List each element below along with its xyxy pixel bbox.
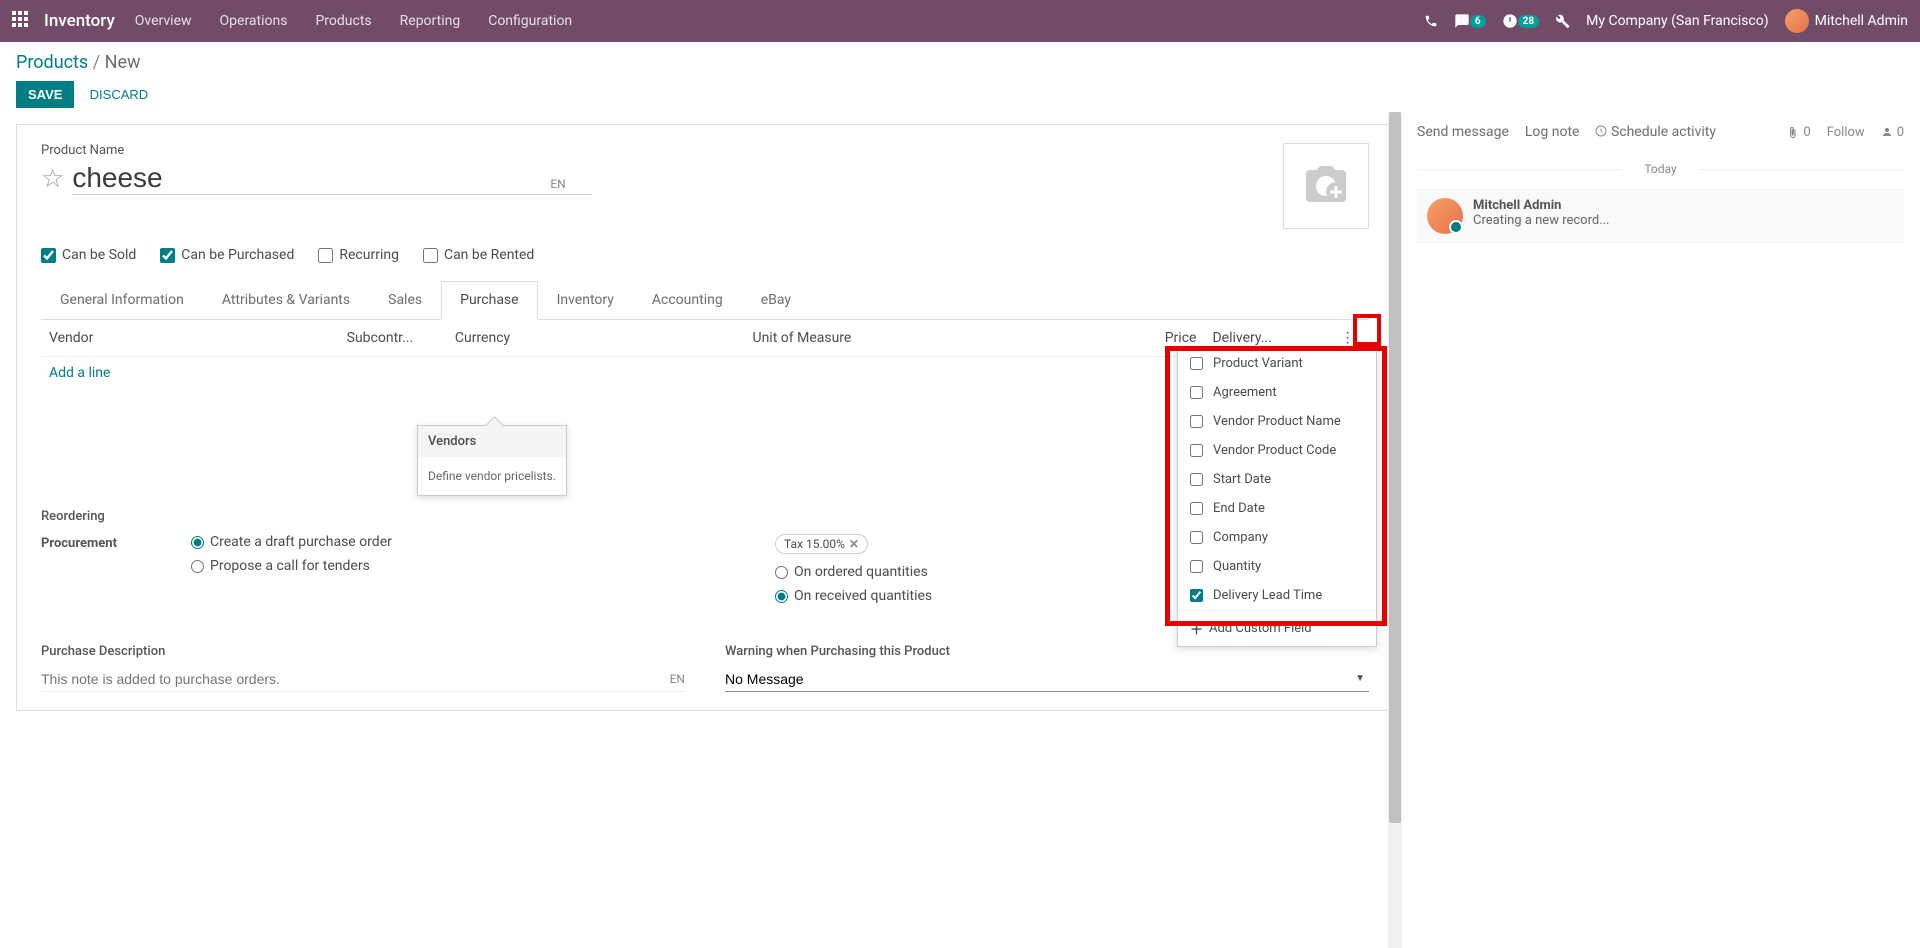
- top-navbar: Inventory Overview Operations Products R…: [0, 0, 1920, 42]
- save-button[interactable]: SAVE: [16, 81, 74, 108]
- tab-ebay[interactable]: eBay: [742, 281, 810, 319]
- col-opt-vendor-product-code[interactable]: Vendor Product Code: [1178, 436, 1376, 465]
- form-scrollbar[interactable]: [1388, 112, 1402, 948]
- apps-icon[interactable]: [12, 11, 32, 31]
- main-content: Product Name ☆ EN Can be Sold Can be Pur…: [0, 112, 1920, 948]
- company-switcher[interactable]: My Company (San Francisco): [1586, 13, 1768, 29]
- purchase-description-input[interactable]: [41, 667, 685, 692]
- toolbar: Products / New SAVE DISCARD: [0, 42, 1920, 112]
- today-divider: Today: [1417, 162, 1904, 176]
- form-sheet: Product Name ☆ EN Can be Sold Can be Pur…: [16, 124, 1394, 711]
- activities-badge: 28: [1518, 15, 1539, 28]
- purchase-description-section: Purchase Description EN Warning when Pur…: [41, 644, 1369, 692]
- messages-badge: 6: [1470, 15, 1486, 28]
- procurement-draft-po[interactable]: Create a draft purchase order: [191, 534, 392, 550]
- col-subcontracted[interactable]: Subcontr...: [339, 320, 447, 357]
- col-opt-agreement[interactable]: Agreement: [1178, 378, 1376, 407]
- phone-icon[interactable]: [1424, 14, 1438, 28]
- discard-button[interactable]: DISCARD: [78, 81, 161, 108]
- col-opt-quantity[interactable]: Quantity: [1178, 552, 1376, 581]
- vendors-tooltip: Vendors Define vendor pricelists.: [417, 425, 567, 496]
- menu-products[interactable]: Products: [315, 13, 371, 29]
- col-vendor[interactable]: Vendor: [41, 320, 339, 357]
- col-opt-delivery-lead-time[interactable]: Delivery Lead Time: [1178, 581, 1376, 610]
- product-image-upload[interactable]: [1283, 143, 1369, 229]
- chatter-message: Mitchell Admin Creating a new record...: [1417, 188, 1904, 244]
- procurement-label: Procurement: [41, 534, 191, 551]
- desc-lang-badge[interactable]: EN: [670, 672, 685, 686]
- dropdown-caret-icon[interactable]: ▼: [1355, 673, 1365, 684]
- schedule-activity-button[interactable]: Schedule activity: [1595, 124, 1716, 140]
- form-area: Product Name ☆ EN Can be Sold Can be Pur…: [0, 112, 1400, 948]
- lang-badge[interactable]: EN: [550, 177, 565, 191]
- attachments-button[interactable]: 0: [1786, 125, 1810, 140]
- navbar-right: 6 28 My Company (San Francisco) Mitchell…: [1424, 9, 1908, 33]
- col-opt-end-date[interactable]: End Date: [1178, 494, 1376, 523]
- tab-attributes[interactable]: Attributes & Variants: [203, 281, 369, 319]
- activities-icon[interactable]: 28: [1502, 13, 1539, 29]
- col-opt-vendor-product-name[interactable]: Vendor Product Name: [1178, 407, 1376, 436]
- menu-operations[interactable]: Operations: [220, 13, 288, 29]
- product-name-label: Product Name: [41, 143, 1283, 158]
- procurement-radio-group: Create a draft purchase order Propose a …: [191, 534, 392, 574]
- col-opt-product-variant[interactable]: Product Variant: [1178, 349, 1376, 378]
- menu-overview[interactable]: Overview: [135, 13, 192, 29]
- chatter-panel: Send message Log note Schedule activity …: [1400, 112, 1920, 948]
- message-author[interactable]: Mitchell Admin: [1473, 198, 1610, 213]
- debug-icon[interactable]: [1555, 14, 1570, 29]
- breadcrumb-current: New: [105, 52, 141, 73]
- log-note-button[interactable]: Log note: [1525, 124, 1580, 140]
- reordering-section: Reordering Procurement Create a draft pu…: [41, 509, 1369, 604]
- breadcrumb: Products / New: [16, 52, 1904, 73]
- user-menu[interactable]: Mitchell Admin: [1785, 9, 1908, 33]
- follow-button[interactable]: Follow: [1827, 125, 1865, 140]
- followers-button[interactable]: 0: [1881, 125, 1904, 140]
- vendor-table: Vendor Subcontr... Currency Unit of Meas…: [41, 320, 1369, 389]
- can-be-sold-checkbox[interactable]: Can be Sold: [41, 247, 136, 263]
- avatar-icon: [1785, 9, 1809, 33]
- send-message-button[interactable]: Send message: [1417, 124, 1509, 140]
- favorite-star-icon[interactable]: ☆: [41, 164, 64, 194]
- can-be-purchased-checkbox[interactable]: Can be Purchased: [160, 247, 294, 263]
- app-brand[interactable]: Inventory: [44, 11, 115, 31]
- col-opt-company[interactable]: Company: [1178, 523, 1376, 552]
- message-avatar-icon: [1427, 198, 1463, 234]
- message-text: Creating a new record...: [1473, 213, 1610, 228]
- recurring-checkbox[interactable]: Recurring: [318, 247, 399, 263]
- col-uom[interactable]: Unit of Measure: [745, 320, 1124, 357]
- tab-sales[interactable]: Sales: [369, 281, 441, 319]
- product-name-input[interactable]: [72, 162, 592, 195]
- col-currency[interactable]: Currency: [447, 320, 745, 357]
- col-opt-start-date[interactable]: Start Date: [1178, 465, 1376, 494]
- tab-general[interactable]: General Information: [41, 281, 203, 319]
- breadcrumb-root[interactable]: Products: [16, 52, 88, 73]
- add-vendor-line[interactable]: Add a line: [49, 365, 110, 381]
- tab-purchase[interactable]: Purchase: [441, 281, 537, 320]
- menu-configuration[interactable]: Configuration: [488, 13, 572, 29]
- remove-tax-icon[interactable]: ✕: [849, 537, 859, 551]
- vendor-tax-tag[interactable]: Tax 15.00%✕: [775, 534, 868, 554]
- menu-reporting[interactable]: Reporting: [400, 13, 461, 29]
- can-be-rented-checkbox[interactable]: Can be Rented: [423, 247, 534, 263]
- product-tabs: General Information Attributes & Variant…: [41, 281, 1369, 320]
- columns-dropdown: Product Variant Agreement Vendor Product…: [1177, 348, 1377, 647]
- main-menu: Overview Operations Products Reporting C…: [135, 13, 572, 29]
- warning-select[interactable]: [725, 667, 1369, 692]
- messages-icon[interactable]: 6: [1454, 13, 1486, 29]
- tab-inventory[interactable]: Inventory: [538, 281, 633, 319]
- procurement-call-tenders[interactable]: Propose a call for tenders: [191, 558, 392, 574]
- add-custom-field[interactable]: ＋Add Custom Field: [1178, 611, 1376, 646]
- tab-accounting[interactable]: Accounting: [633, 281, 742, 319]
